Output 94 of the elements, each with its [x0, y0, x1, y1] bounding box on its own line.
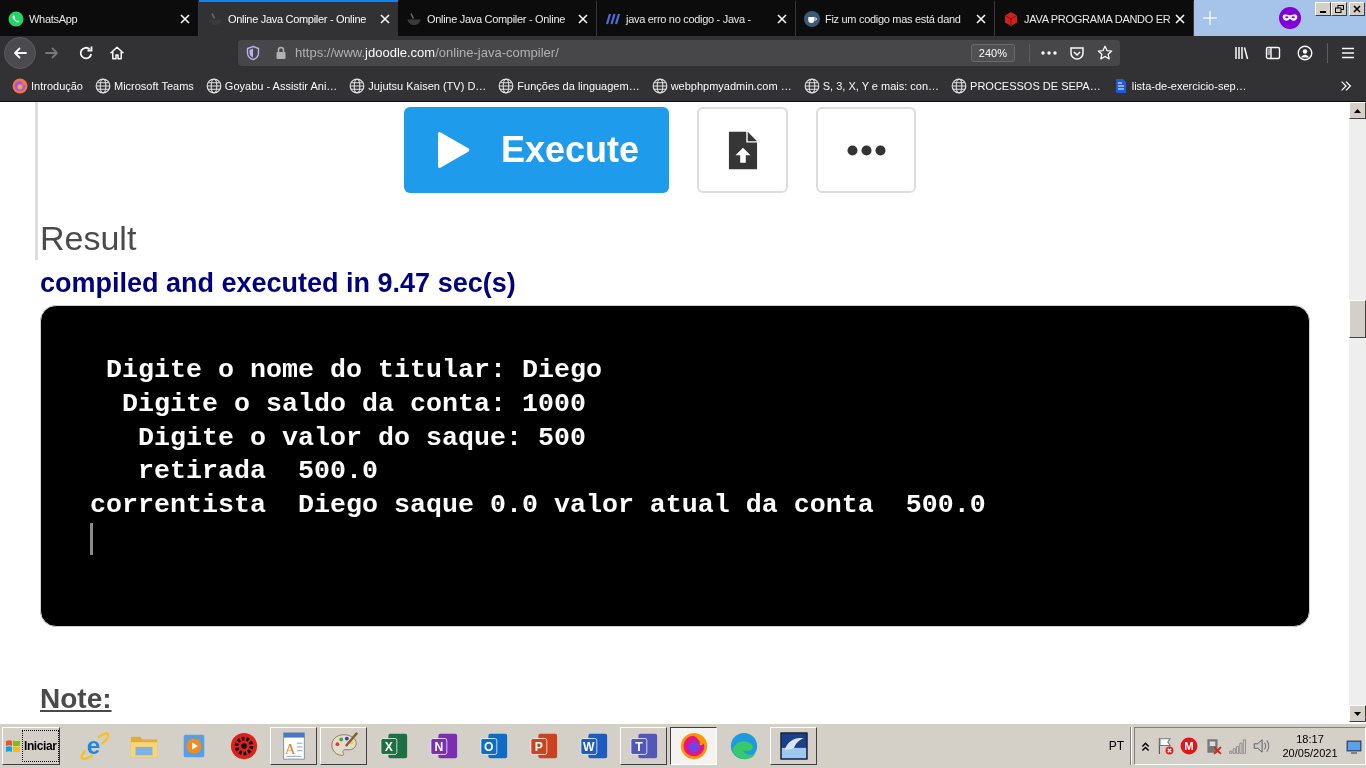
flag-icon[interactable] — [1156, 737, 1174, 755]
globe-icon — [205, 77, 222, 94]
mask-icon[interactable] — [1279, 7, 1301, 29]
double-chevron-up-icon[interactable] — [1141, 740, 1150, 752]
up-arrow-icon — [1354, 108, 1361, 113]
bookmark-item[interactable]: Goyabu - Assistir Ani… — [201, 73, 342, 98]
globe-icon — [95, 77, 111, 94]
globe-icon — [651, 77, 668, 94]
bowl-icon — [207, 11, 223, 27]
lock-icon — [275, 46, 287, 60]
device-cross-icon[interactable] — [1204, 737, 1222, 755]
globe-icon — [951, 77, 968, 94]
more-icon — [846, 144, 886, 156]
taskbar-button[interactable]: X — [370, 727, 417, 765]
output-line: correntista Diego saque 0.0 valor atual da conta 500.0 — [90, 489, 986, 522]
close-icon[interactable] — [578, 14, 588, 24]
globe-icon — [498, 77, 515, 94]
library-icon[interactable] — [1234, 45, 1250, 61]
bookmark-item[interactable]: Funções da linguagem… — [494, 73, 644, 98]
four-pane-flag-icon — [5, 738, 21, 754]
bookmark-item[interactable]: Microsoft Teams — [91, 73, 198, 98]
close-icon[interactable] — [180, 14, 190, 24]
output-line: Digite o valor do saque: 500 — [137, 421, 586, 455]
close-icon — [1353, 5, 1361, 13]
language-indicator[interactable]: PT — [1108, 738, 1124, 754]
slash-marks-icon — [605, 11, 621, 27]
output-line: retirada 500.0 — [137, 455, 378, 489]
taskbar-button[interactable]: O — [470, 727, 517, 765]
globe-icon — [349, 77, 366, 94]
minimize-button[interactable] — [1315, 2, 1331, 16]
account-icon[interactable] — [1297, 45, 1313, 61]
more-options-button[interactable] — [816, 107, 916, 193]
pocket-icon[interactable] — [1069, 45, 1085, 61]
file-upload-icon — [727, 130, 758, 170]
bookmark-item[interactable]: Jujutsu Kaisen (TV) D… — [345, 73, 491, 98]
gear-icon — [228, 731, 259, 761]
close-button[interactable] — [1349, 2, 1365, 16]
home-icon — [109, 45, 125, 61]
output-line: Digite o nome do titular: Diego — [105, 354, 602, 387]
monitor-icon[interactable] — [1346, 738, 1362, 754]
phone-bubble-icon — [8, 11, 24, 27]
close-icon[interactable] — [976, 14, 986, 24]
shield-icon[interactable] — [245, 45, 261, 61]
close-icon[interactable] — [777, 14, 787, 24]
letter-disc-icon[interactable]: M — [1180, 737, 1198, 755]
taskbar-button[interactable]: T — [620, 727, 667, 765]
close-icon[interactable] — [380, 14, 390, 24]
output-line: Digite o saldo da conta: 1000 — [121, 387, 586, 421]
star-icon[interactable] — [1097, 45, 1113, 61]
note-heading: Note: — [40, 682, 112, 716]
url-text: https://www.jdoodle.com/online-java-compiler/ — [295, 45, 559, 61]
forward-arrow-icon — [44, 45, 60, 61]
app-logo-icon — [12, 77, 28, 94]
upload-button[interactable] — [697, 107, 788, 193]
restore-button[interactable] — [1331, 2, 1347, 16]
bookmark-item[interactable]: PROCESSOS DE SEPA… — [947, 73, 1105, 98]
start-button[interactable]: Iniciar — [2, 727, 60, 765]
close-icon[interactable] — [1175, 14, 1186, 24]
swirl-icon — [728, 731, 759, 761]
more-icon[interactable] — [1041, 51, 1057, 55]
play-icon — [435, 130, 471, 170]
taskbar-button[interactable]: P — [520, 727, 567, 765]
reload-icon — [78, 45, 94, 61]
bowl-icon — [406, 11, 422, 27]
clock[interactable]: 18:17 20/05/2021 — [1280, 732, 1340, 760]
cube-icon — [1003, 11, 1019, 27]
zoom-level-button[interactable]: 240% — [970, 44, 1015, 62]
speaker-icon[interactable] — [1252, 737, 1270, 755]
back-button[interactable] — [4, 37, 36, 69]
menu-icon[interactable] — [1340, 45, 1356, 61]
globe-icon — [803, 77, 820, 94]
taskbar-button[interactable]: N — [420, 727, 467, 765]
bookmark-item[interactable]: webphpmyadmin.com … — [647, 73, 796, 98]
bookmark-item[interactable]: S, 3, X, Y e mais: con… — [799, 73, 944, 98]
scroll-up-button[interactable] — [1349, 102, 1366, 119]
scrollbar[interactable] — [1349, 102, 1366, 722]
browser-tab[interactable]: Online Java Compiler - Online — [199, 0, 398, 36]
double-chevron-icon[interactable] — [1339, 78, 1353, 93]
app-logo-icon — [678, 731, 709, 761]
taskbar-button[interactable] — [670, 727, 717, 765]
result-heading: Result — [40, 218, 137, 258]
cup-icon — [804, 11, 820, 27]
bookmark-item[interactable]: Introdução — [8, 73, 87, 98]
scroll-thumb[interactable] — [1349, 300, 1366, 338]
scroll-down-button[interactable] — [1349, 705, 1366, 722]
address-field[interactable]: https://www.jdoodle.com/online-java-compiler/ 240% — [238, 40, 1120, 66]
fin-picture-icon — [778, 731, 809, 761]
down-arrow-icon — [1354, 711, 1361, 716]
taskbar-button[interactable]: W — [570, 727, 617, 765]
compile-status-text: compiled and executed in 9.47 sec(s) — [40, 267, 516, 299]
bookmark-item[interactable]: lista-de-exercicio-sep… — [1108, 73, 1251, 98]
back-arrow-icon — [12, 45, 28, 61]
restore-icon — [1334, 5, 1344, 13]
sidebar-icon[interactable] — [1265, 45, 1281, 61]
